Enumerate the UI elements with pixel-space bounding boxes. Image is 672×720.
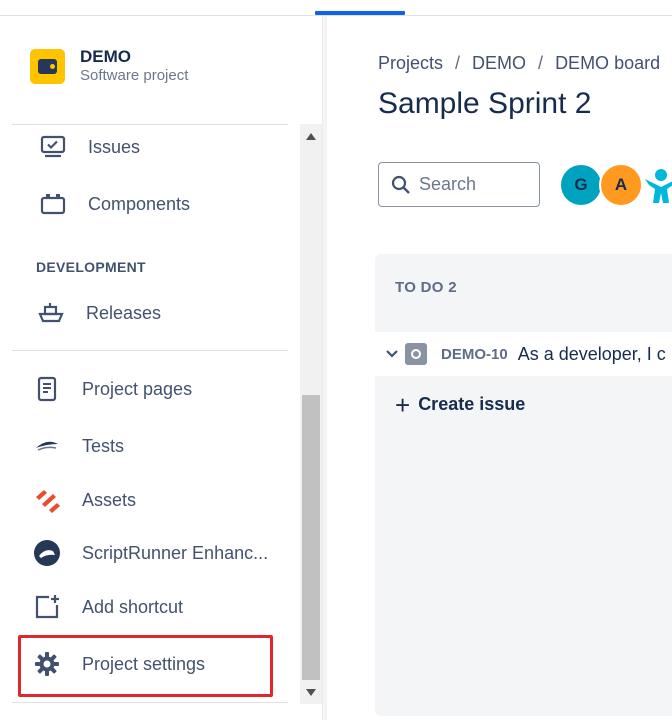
scriptrunner-icon bbox=[32, 539, 62, 567]
sidebar-item-components[interactable]: Components bbox=[38, 186, 288, 222]
breadcrumb-projects[interactable]: Projects bbox=[378, 53, 443, 73]
sidebar-scrollbar[interactable] bbox=[300, 124, 322, 704]
project-header[interactable]: DEMO Software project bbox=[30, 46, 188, 86]
assets-icon bbox=[32, 486, 62, 514]
breadcrumb-board[interactable]: DEMO board bbox=[555, 53, 660, 73]
breadcrumb: Projects / DEMO / DEMO board bbox=[378, 53, 660, 74]
tests-icon bbox=[32, 432, 62, 460]
sidebar-item-label: Project pages bbox=[82, 378, 193, 399]
issue-summary: As a developer, I c bbox=[517, 343, 666, 364]
sidebar-item-label: Assets bbox=[82, 489, 137, 510]
sidebar-divider-top bbox=[12, 124, 288, 125]
issues-icon bbox=[38, 133, 68, 161]
sidebar-divider-bottom bbox=[12, 702, 288, 703]
sidebar-item-label: ScriptRunner Enhanc... bbox=[82, 542, 269, 563]
project-type: Software project bbox=[80, 67, 189, 84]
avatar[interactable]: A bbox=[599, 163, 643, 207]
avatar[interactable]: G bbox=[559, 163, 603, 207]
sidebar-item-label: Tests bbox=[82, 435, 125, 456]
sidebar-item-project-pages[interactable]: Project pages bbox=[32, 371, 282, 407]
plus-icon: + bbox=[395, 389, 411, 420]
sidebar-item-releases[interactable]: Releases bbox=[36, 295, 286, 331]
column-header: TO DO 2 bbox=[395, 279, 457, 296]
components-icon bbox=[38, 190, 68, 218]
scrollbar-thumb[interactable] bbox=[302, 395, 320, 680]
sidebar-item-scriptrunner[interactable]: ScriptRunner Enhanc... bbox=[32, 535, 282, 571]
sidebar-divider-middle bbox=[12, 350, 288, 351]
search-placeholder: Search bbox=[419, 174, 477, 194]
project-name: DEMO bbox=[80, 47, 131, 66]
search-input[interactable]: Search bbox=[378, 162, 540, 207]
issue-key[interactable]: DEMO-10 bbox=[441, 346, 508, 363]
sidebar-item-assets[interactable]: Assets bbox=[32, 482, 282, 518]
scroll-up-arrow-icon[interactable] bbox=[300, 128, 322, 144]
sidebar-item-label: Components bbox=[88, 193, 191, 214]
active-nav-indicator bbox=[315, 11, 405, 15]
sidebar-item-add-shortcut[interactable]: Add shortcut bbox=[32, 589, 282, 625]
releases-icon bbox=[36, 299, 66, 327]
breadcrumb-separator: / bbox=[538, 53, 544, 73]
sidebar-item-label: Releases bbox=[86, 302, 162, 323]
sidebar-item-issues[interactable]: Issues bbox=[38, 129, 288, 165]
section-heading-development: DEVELOPMENT bbox=[36, 259, 146, 275]
chevron-down-icon[interactable] bbox=[383, 350, 401, 358]
assignee-filter-avatars: G A bbox=[559, 163, 672, 207]
top-navigation-bar bbox=[0, 0, 672, 16]
scroll-down-arrow-icon[interactable] bbox=[300, 684, 322, 700]
sidebar-item-label: Issues bbox=[88, 136, 141, 157]
page-title: Sample Sprint 2 bbox=[378, 87, 592, 120]
highlight-annotation-box bbox=[18, 635, 273, 697]
search-icon bbox=[391, 175, 410, 194]
breadcrumb-separator: / bbox=[455, 53, 461, 73]
swimlane-row[interactable]: DEMO-10 As a developer, I c bbox=[375, 332, 672, 376]
board-column-todo: TO DO 2 DEMO-10 As a developer, I c + Cr… bbox=[375, 254, 672, 716]
board-main: Projects / DEMO / DEMO board Sample Sprint 2… bbox=[327, 16, 672, 720]
sidebar-item-label: Add shortcut bbox=[82, 596, 184, 617]
project-pages-icon bbox=[32, 375, 62, 403]
sidebar-item-tests[interactable]: Tests bbox=[32, 428, 282, 464]
breadcrumb-project[interactable]: DEMO bbox=[472, 53, 526, 73]
unassigned-avatar-icon[interactable] bbox=[641, 163, 672, 207]
project-avatar-icon bbox=[30, 48, 65, 84]
add-shortcut-icon bbox=[32, 593, 62, 621]
create-issue-label: Create issue bbox=[418, 394, 526, 414]
create-issue-button[interactable]: + Create issue bbox=[395, 389, 526, 420]
issue-type-icon bbox=[405, 343, 427, 365]
